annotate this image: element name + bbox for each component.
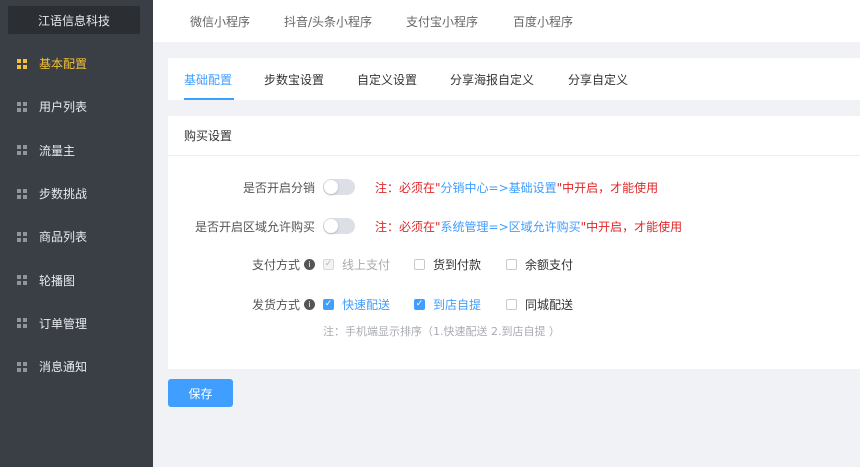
tab-alipay-miniprogram[interactable]: 支付宝小程序 <box>406 0 478 42</box>
same-city-delivery-checkbox[interactable]: 同城配送 <box>506 296 573 313</box>
checkbox-icon <box>506 299 517 310</box>
grid-icon <box>17 145 27 156</box>
info-icon: i <box>304 259 315 270</box>
online-payment-checkbox[interactable]: ✓ 线上支付 <box>323 256 390 273</box>
grid-icon <box>17 188 27 199</box>
checkbox-checked-icon: ✓ <box>414 299 425 310</box>
region-note: 注：必须在"系统管理=>区域允许购买"中开启，才能使用 <box>375 220 683 234</box>
tab-share-custom[interactable]: 分享自定义 <box>568 58 628 100</box>
save-button[interactable]: 保存 <box>168 379 233 407</box>
sidebar-item-carousel[interactable]: 轮播图 <box>0 258 153 301</box>
grid-icon <box>17 361 27 372</box>
sidebar-item-label: 流量主 <box>39 143 76 158</box>
tab-basic-config[interactable]: 基础配置 <box>184 58 232 100</box>
tab-baidu-miniprogram[interactable]: 百度小程序 <box>513 0 573 42</box>
sidebar-item-label: 商品列表 <box>39 230 88 245</box>
settings-tabs: 基础配置 步数宝设置 自定义设置 分享海报自定义 分享自定义 <box>168 58 860 100</box>
tab-wechat-miniprogram[interactable]: 微信小程序 <box>190 0 250 42</box>
brand-logo: 江语信息科技 <box>8 6 140 34</box>
tab-douyin-miniprogram[interactable]: 抖音/头条小程序 <box>284 0 372 42</box>
sidebar-menu: 基本配置 用户列表 流量主 步数挑战 商品列表 轮播图 订单管理 消息通知 <box>0 42 153 388</box>
cod-payment-checkbox[interactable]: 货到付款 <box>414 256 481 273</box>
platform-tabs: 微信小程序 抖音/头条小程序 支付宝小程序 百度小程序 <box>153 0 860 42</box>
region-purchase-toggle[interactable] <box>323 218 355 234</box>
balance-payment-checkbox[interactable]: 余额支付 <box>506 256 573 273</box>
grid-icon <box>17 58 27 69</box>
sidebar-item-label: 消息通知 <box>39 360 88 375</box>
sidebar-item-notifications[interactable]: 消息通知 <box>0 345 153 388</box>
sidebar-item-label: 轮播图 <box>39 273 76 288</box>
purchase-settings-card: 购买设置 是否开启分销 注：必须在"分销中心=>基础设置"中开启，才能使用 是否… <box>168 116 860 369</box>
delivery-order-hint: 注：手机端显示排序（1.快速配送 2.到店自提 ） <box>323 325 560 338</box>
store-pickup-checkbox[interactable]: ✓ 到店自提 <box>414 296 481 313</box>
checkbox-icon <box>414 259 425 270</box>
info-icon: i <box>304 299 315 310</box>
tab-step-settings[interactable]: 步数宝设置 <box>264 58 324 100</box>
checkbox-icon <box>506 259 517 270</box>
grid-icon <box>17 318 27 329</box>
sidebar-item-step-challenge[interactable]: 步数挑战 <box>0 172 153 215</box>
sidebar-item-traffic[interactable]: 流量主 <box>0 129 153 172</box>
distribution-note: 注：必须在"分销中心=>基础设置"中开启，才能使用 <box>375 181 659 195</box>
tab-custom-settings[interactable]: 自定义设置 <box>357 58 417 100</box>
card-title: 购买设置 <box>168 116 860 156</box>
region-purchase-label: 是否开启区域允许购买 <box>194 220 315 234</box>
sidebar-item-label: 用户列表 <box>39 100 88 115</box>
delivery-method-label: 发货方式 i <box>252 296 315 313</box>
sidebar-item-label: 基本配置 <box>39 57 88 72</box>
sidebar-item-user-list[interactable]: 用户列表 <box>0 85 153 128</box>
express-delivery-checkbox[interactable]: ✓ 快速配送 <box>323 296 390 313</box>
active-tab-indicator <box>184 98 234 100</box>
distribution-note-path: 分销中心=>基础设置 <box>440 181 557 195</box>
tab-share-poster[interactable]: 分享海报自定义 <box>450 58 534 100</box>
sidebar-item-basic-config[interactable]: 基本配置 <box>0 42 153 85</box>
sidebar: 江语信息科技 基本配置 用户列表 流量主 步数挑战 商品列表 轮播图 订单管理 <box>0 0 153 467</box>
grid-icon <box>17 231 27 242</box>
grid-icon <box>17 275 27 286</box>
distribution-label: 是否开启分销 <box>242 181 315 195</box>
grid-icon <box>17 101 27 112</box>
checkbox-checked-icon: ✓ <box>323 299 334 310</box>
distribution-toggle[interactable] <box>323 179 355 195</box>
sidebar-item-label: 订单管理 <box>39 316 88 331</box>
region-note-path: 系统管理=>区域允许购买 <box>440 220 581 234</box>
sidebar-item-label: 步数挑战 <box>39 187 88 202</box>
payment-method-label: 支付方式 i <box>252 256 315 273</box>
sidebar-item-order-management[interactable]: 订单管理 <box>0 302 153 345</box>
checkbox-icon: ✓ <box>323 259 334 270</box>
sidebar-item-product-list[interactable]: 商品列表 <box>0 215 153 258</box>
